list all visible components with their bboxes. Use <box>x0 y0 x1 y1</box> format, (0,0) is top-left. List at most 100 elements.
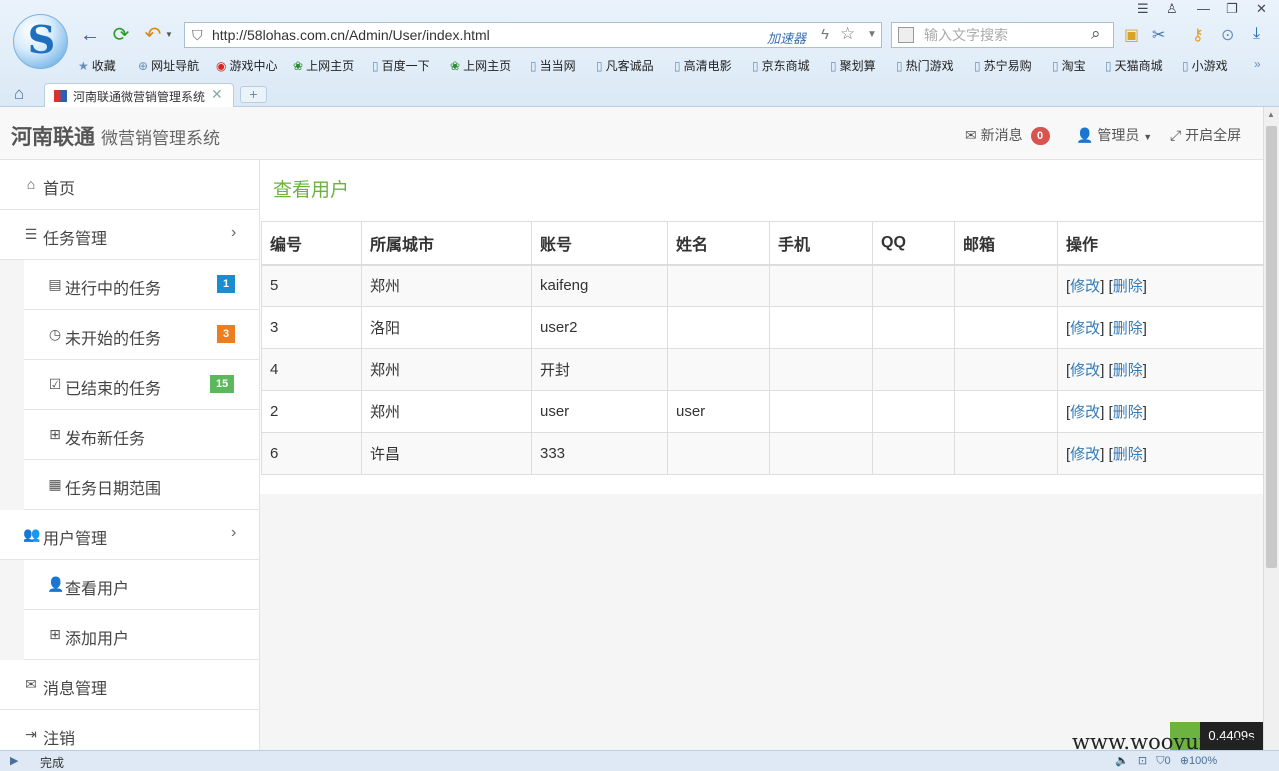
sidebar-item-view-users[interactable]: 👤 查看用户 <box>24 560 259 610</box>
window-controls: ☰ ♙ — ❐ ✕ <box>1133 1 1279 19</box>
edit-link[interactable]: 修改 <box>1070 404 1100 421</box>
search-icon[interactable]: ⌕ <box>1091 24 1101 44</box>
bookmark-item[interactable]: ❀ 上网主页 <box>450 57 511 74</box>
brand[interactable]: 河南联通 微营销管理系统 <box>11 121 220 151</box>
column-header: 姓名 <box>667 221 770 266</box>
bookmark-item[interactable]: ▯ 百度一下 <box>372 57 430 74</box>
delete-link[interactable]: 删除 <box>1113 404 1143 421</box>
back-arrow-icon[interactable]: ← <box>79 24 101 46</box>
sidebar-item-user-management[interactable]: 👥 用户管理 › <box>0 510 259 560</box>
delete-link[interactable]: 删除 <box>1113 278 1143 295</box>
sidebar-item-message-management[interactable]: ✉ 消息管理 <box>0 660 259 710</box>
checkbox-icon: ☑ <box>48 376 62 392</box>
edit-link[interactable]: 修改 <box>1070 446 1100 463</box>
bookmark-item[interactable]: ▯ 高清电影 <box>674 57 732 74</box>
sidebar-item-label: 已结束的任务 <box>65 381 162 398</box>
undo-dropdown-icon[interactable]: ▼ <box>165 30 173 39</box>
minimize-icon[interactable]: — <box>1197 1 1210 16</box>
bookmark-item[interactable]: ◉ 游戏中心 <box>216 57 278 74</box>
lightning-icon[interactable]: ϟ <box>821 26 829 43</box>
url-text[interactable]: http://58lohas.com.cn/Admin/User/index.h… <box>212 27 490 43</box>
edit-link[interactable]: 修改 <box>1070 320 1100 337</box>
messages-link[interactable]: ✉ 新消息 0 <box>965 125 1050 145</box>
sidebar-item-task-management[interactable]: ☰ 任务管理 › <box>0 210 259 260</box>
bookmark-item[interactable]: ⊕ 网址导航 <box>138 57 199 74</box>
cell-qq <box>872 390 955 433</box>
cell-email <box>954 306 1058 349</box>
speaker-icon[interactable]: 🔈 <box>1115 755 1129 767</box>
bookmark-item[interactable]: ▯ 当当网 <box>530 57 576 74</box>
search-box[interactable]: ⌕ <box>891 22 1114 48</box>
admin-menu[interactable]: 👤 管理员 ▼ <box>1076 125 1152 145</box>
globe-icon: ⊕ <box>138 59 149 73</box>
sidebar-item-home[interactable]: ⌂ 首页 <box>0 160 259 210</box>
search-input[interactable] <box>924 26 1084 44</box>
sidebar-item-add-user[interactable]: ⊞ 添加用户 <box>24 610 259 660</box>
key-icon[interactable]: ⚷ <box>1192 25 1204 45</box>
play-icon[interactable]: ▶ <box>10 754 18 767</box>
edit-link[interactable]: 修改 <box>1070 362 1100 379</box>
bookmark-item[interactable]: ❀ 上网主页 <box>293 57 354 74</box>
sidebar-item-logout[interactable]: ⇥ 注销 <box>0 710 259 750</box>
shield-icon[interactable]: ⛉ <box>1156 755 1164 767</box>
sidebar-item-pending-tasks[interactable]: ◷ 未开始的任务 3 <box>24 310 259 360</box>
new-tab-button[interactable]: + <box>240 86 267 103</box>
skin-icon[interactable]: ♙ <box>1166 1 1178 17</box>
address-dropdown-icon[interactable]: ▼ <box>867 29 877 40</box>
favorites-tool-icon[interactable]: ▣ <box>1124 25 1139 45</box>
undo-icon[interactable]: ↶ <box>142 24 164 46</box>
browser-tab[interactable]: 河南联通微营销管理系统 ✕ <box>44 83 234 107</box>
zoom-level[interactable]: 100% <box>1189 755 1217 767</box>
scrollbar-thumb[interactable] <box>1266 126 1277 568</box>
fullscreen-button[interactable]: ⤢ 开启全屏 <box>1170 125 1241 145</box>
refresh-icon[interactable]: ⟳ <box>110 24 132 46</box>
cell-id: 4 <box>261 348 362 391</box>
sidebar-item-label: 注销 <box>43 731 76 748</box>
scroll-up-icon[interactable]: ▲ <box>1267 110 1275 119</box>
bookmark-item[interactable]: ▯ 淘宝 <box>1052 57 1086 74</box>
delete-link[interactable]: 删除 <box>1113 320 1143 337</box>
restore-icon[interactable]: ❐ <box>1226 1 1238 17</box>
download-icon[interactable]: ⤓ <box>1253 25 1260 43</box>
star-icon[interactable]: ☆ <box>840 24 855 44</box>
browser-logo[interactable]: S <box>13 14 68 69</box>
address-bar[interactable]: ⛉ http://58lohas.com.cn/Admin/User/index… <box>184 22 882 48</box>
accelerator-button[interactable]: 加速器 <box>767 28 806 47</box>
tab-close-icon[interactable]: ✕ <box>211 86 223 103</box>
sidebar-item-label: 发布新任务 <box>65 431 146 448</box>
extension-icon[interactable]: ⊡ <box>1138 755 1147 767</box>
bookmark-item[interactable]: ▯ 苏宁易购 <box>974 57 1032 74</box>
chevron-right-icon: › <box>231 224 237 241</box>
delete-link[interactable]: 删除 <box>1113 362 1143 379</box>
delete-link[interactable]: 删除 <box>1113 446 1143 463</box>
vertical-scrollbar[interactable]: ▲ <box>1263 107 1279 750</box>
menu-icon[interactable]: ☰ <box>1137 1 1149 17</box>
status-tray: 🔈 ⊡ ⛉0 ⊕100% <box>1115 754 1217 768</box>
bookmarks-more-icon[interactable]: » <box>1254 57 1261 71</box>
home-icon[interactable]: ⌂ <box>14 84 24 104</box>
content-background <box>260 494 1263 750</box>
table-row: 2 郑州 user user [修改] [删除] <box>261 390 1264 433</box>
scissors-icon[interactable]: ✂ <box>1152 25 1165 45</box>
admin-label: 管理员 <box>1097 127 1140 143</box>
bookmark-item[interactable]: ★ 收藏 <box>78 57 116 74</box>
sidebar-item-finished-tasks[interactable]: ☑ 已结束的任务 15 <box>24 360 259 410</box>
bookmark-item[interactable]: ▯ 凡客诚品 <box>596 57 654 74</box>
cell-city: 郑州 <box>361 264 532 307</box>
more-tools-icon[interactable]: ⊙ <box>1221 25 1234 45</box>
search-engine-icon[interactable] <box>898 27 914 43</box>
sidebar-item-publish-task[interactable]: ⊞ 发布新任务 <box>24 410 259 460</box>
sidebar-item-task-date-range[interactable]: ▦ 任务日期范围 <box>24 460 259 510</box>
bookmark-item[interactable]: ▯ 聚划算 <box>830 57 876 74</box>
zoom-icon[interactable]: ⊕ <box>1180 755 1189 767</box>
edit-link[interactable]: 修改 <box>1070 278 1100 295</box>
bookmark-item[interactable]: ▯ 小游戏 <box>1182 57 1228 74</box>
sidebar-item-running-tasks[interactable]: ▤ 进行中的任务 1 <box>24 260 259 310</box>
bookmark-item[interactable]: ▯ 热门游戏 <box>896 57 954 74</box>
close-window-icon[interactable]: ✕ <box>1256 1 1267 17</box>
bookmark-item[interactable]: ▯ 京东商城 <box>752 57 810 74</box>
star-icon: ★ <box>78 59 89 73</box>
messages-count-badge: 0 <box>1030 127 1050 145</box>
bookmark-item[interactable]: ▯ 天猫商城 <box>1105 57 1163 74</box>
page-icon: ▯ <box>596 59 603 73</box>
